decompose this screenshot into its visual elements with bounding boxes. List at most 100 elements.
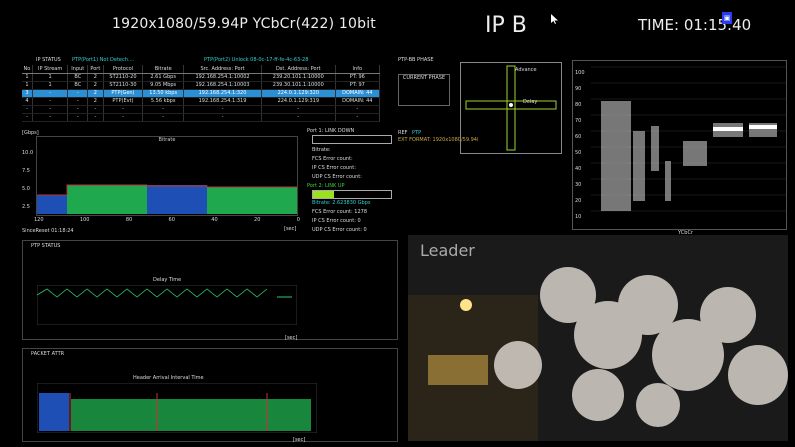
table-cell: 1: [22, 73, 33, 82]
advance-label: Advance: [515, 67, 537, 73]
video-format: 1920x1080/59.94P YCbCr(422) 10bit: [112, 16, 376, 32]
table-cell: -: [32, 105, 69, 114]
table-cell: 224.0.1.129:319: [261, 97, 336, 106]
port2-bar: [312, 190, 392, 199]
delay-label: Delay: [523, 99, 538, 105]
table-row[interactable]: 4- -2 PTP(Evt) 5.56 kbps 192.168.254.1:319 22…: [22, 97, 381, 106]
table-cell: -: [103, 105, 144, 114]
column-header: No: [22, 65, 33, 74]
ptp-phase-scope: Advance Delay: [460, 62, 562, 154]
port1-bitrate: Bitrate:: [312, 147, 331, 153]
port2-udpcs: UDP CS Error count: 0: [312, 227, 367, 233]
table-cell: 1: [32, 81, 69, 90]
bitrate-yticks: 10.0 7.5 5.0 2.5: [22, 144, 33, 216]
wtick: 50: [575, 150, 582, 156]
current-phase-box: CURRENT PHASE: [398, 74, 450, 106]
table-cell: PTP(Evt): [103, 97, 144, 106]
wtick: 10: [575, 214, 582, 220]
ptp-status-title: PTP STATUS: [31, 243, 61, 249]
table-cell: -: [335, 105, 381, 114]
wtick: 20: [575, 198, 582, 204]
table-cell: 192.168.254.1:10003: [183, 81, 263, 90]
table-cell: 2.61 Gbps: [142, 73, 185, 82]
table-cell: -: [183, 113, 263, 122]
table-cell: -: [67, 97, 89, 106]
column-header: Bitrate: [142, 65, 185, 74]
table-cell: 224.0.1.129:320: [261, 89, 336, 98]
table-cell: 2: [87, 81, 104, 90]
table-row[interactable]: 1 1 BC 2 ST2110-30 9.05 Mbps 192.168.254.1:100…: [22, 81, 381, 90]
delay-chart: [37, 285, 297, 325]
table-row[interactable]: ---------: [22, 113, 381, 122]
bitrate-segment: [67, 185, 147, 214]
xtick: 0: [296, 217, 300, 223]
waveform-trace: [591, 66, 786, 212]
table-cell: -: [67, 89, 89, 98]
delay-chart-title: Delay Time: [153, 277, 182, 283]
wtick: 40: [575, 166, 582, 172]
table-cell: 5.56 kbps: [142, 97, 185, 106]
table-cell: 3: [22, 89, 33, 98]
wtick: 90: [575, 86, 582, 92]
bitrate-sec: [sec]: [284, 226, 297, 232]
column-header: Protocol: [103, 65, 144, 74]
port2-fcs: FCS Error count: 1278: [312, 209, 368, 215]
table-cell: -: [261, 113, 336, 122]
table-cell: 13.50 kbps: [142, 89, 185, 98]
waveform-monitor: 100 90 80 70 60 50 40 30 20 10: [572, 60, 787, 230]
xtick: 20: [254, 217, 261, 223]
table-row[interactable]: 1 1 BC 2 ST2110-20 2.61 Gbps 192.168.254.1:100…: [22, 73, 381, 82]
table-cell: PT: 97: [335, 81, 381, 90]
table-cell: -: [335, 113, 381, 122]
table-cell: 192.168.254.1:10002: [183, 73, 263, 82]
wtick: 100: [575, 70, 585, 76]
table-cell: -: [142, 113, 185, 122]
table-cell: 239.30.101.1:10000: [261, 81, 336, 90]
bitrate-segment: [37, 195, 67, 214]
bitrate-chart-title: Bitrate: [158, 137, 176, 143]
port1-fcs: FCS Error count:: [312, 156, 353, 162]
ptp-status-panel: PTP STATUS Delay Time [sec]: [22, 240, 398, 341]
ytick: 2.5: [22, 204, 30, 210]
table-cell: DOMAIN: 44: [335, 97, 381, 106]
xtick: 80: [125, 217, 133, 223]
column-header: Src. Address: Port: [183, 65, 263, 74]
port1-ipcs: IP CS Error count:: [312, 165, 356, 171]
table-row[interactable]: 3- -2 PTP(Gen) 13.50 kbps 192.168.254.1:320 2…: [22, 89, 381, 98]
table-cell: 239.20.101.1:10000: [261, 73, 336, 82]
ip-status-table: No IP Stream Input Port Protocol Bitrate Src. …: [22, 65, 381, 122]
table-cell: ST2110-20: [103, 73, 144, 82]
table-cell: -: [32, 113, 69, 122]
wtick: 30: [575, 182, 582, 188]
ref-label: REF: [398, 130, 408, 136]
ytick: 5.0: [22, 186, 30, 192]
input-label: IP B: [485, 13, 527, 38]
port2-status: Port 2: LINK UP: [307, 183, 345, 189]
table-cell: -: [183, 105, 263, 114]
ytick: 10.0: [22, 150, 34, 156]
ptp-phase-title: PTP-BB PHASE: [398, 57, 434, 63]
xtick: 40: [211, 217, 218, 223]
table-cell: DOMAIN: 44: [335, 89, 381, 98]
ref-value: PTP: [412, 130, 422, 136]
table-row[interactable]: ---------: [22, 105, 381, 114]
packet-attr-panel: PACKET ATTR Header Arrival Interval Time…: [22, 348, 398, 443]
arrival-chart-title: Header Arrival Interval Time: [133, 375, 204, 381]
table-cell: 2: [87, 89, 104, 98]
waveform-ticks: 100 90 80 70 60 50 40 30 20 10: [575, 65, 585, 225]
table-cell: -: [22, 105, 33, 114]
bitrate-chart: Bitrate: [36, 136, 298, 216]
current-phase-label: CURRENT PHASE: [402, 75, 446, 81]
table-cell: ST2110-30: [103, 81, 144, 90]
ytick: 7.5: [22, 168, 30, 174]
recorder-icon[interactable]: ▣: [722, 12, 732, 24]
delay-sec: [sec]: [285, 335, 298, 341]
bitrate-segment: [207, 187, 297, 214]
port2-bitrate: Bitrate: 2.623830 Gbps: [312, 200, 371, 206]
table-cell: 2: [87, 73, 104, 82]
table-cell: 9.05 Mbps: [142, 81, 185, 90]
video-preview: Leader: [408, 235, 788, 441]
table-cell: -: [67, 113, 89, 122]
xtick: 120: [34, 217, 44, 223]
xtick: 60: [168, 217, 175, 223]
